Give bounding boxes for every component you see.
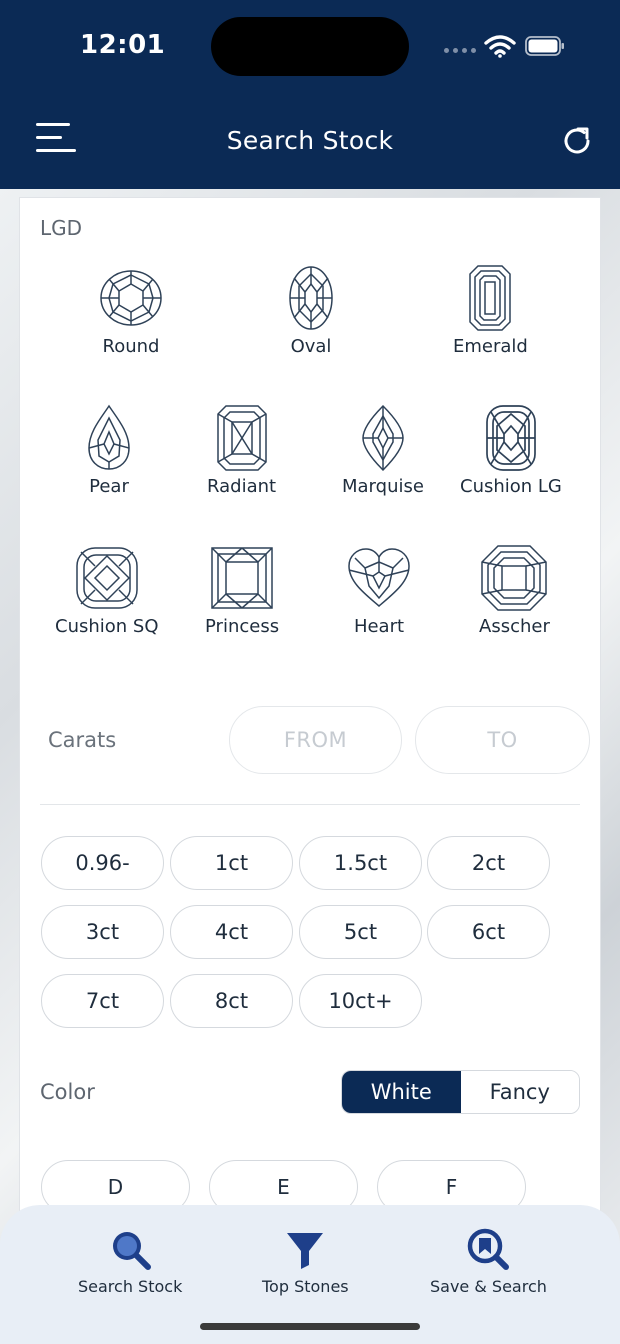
shape-label: Round: [102, 336, 160, 357]
cellular-signal-icon: [444, 48, 476, 53]
app-header: 12:01 Search Stock: [0, 0, 620, 189]
carat-chip[interactable]: 0.96-: [41, 836, 164, 890]
carat-chip[interactable]: 5ct: [299, 905, 422, 959]
wifi-icon: [484, 35, 516, 58]
shape-label: Pear: [89, 476, 129, 497]
shape-asscher[interactable]: Asscher: [479, 544, 550, 637]
shape-cushion-sq[interactable]: Cushion SQ: [55, 544, 159, 637]
shape-label: Heart: [353, 616, 405, 637]
carat-chip[interactable]: 7ct: [41, 974, 164, 1028]
princess-diamond-icon: [211, 547, 273, 609]
home-indicator: [200, 1323, 420, 1330]
refresh-icon[interactable]: [560, 124, 594, 158]
carat-chip[interactable]: 8ct: [170, 974, 293, 1028]
shape-label: Princess: [205, 616, 280, 637]
shape-heart[interactable]: Heart: [345, 544, 413, 637]
radiant-diamond-icon: [216, 405, 267, 471]
shape-label: Emerald: [453, 336, 528, 357]
status-time: 12:01: [80, 30, 166, 60]
pear-diamond-icon: [88, 404, 130, 470]
shape-radiant[interactable]: Radiant: [207, 404, 276, 497]
shape-label: Oval: [290, 336, 332, 357]
carat-chip[interactable]: 4ct: [170, 905, 293, 959]
carat-chip[interactable]: 6ct: [427, 905, 550, 959]
tab-label: Save & Search: [430, 1277, 547, 1296]
color-type-toggle: White Fancy: [341, 1070, 580, 1114]
shape-label: Cushion SQ: [55, 616, 159, 637]
search-form-card: LGD Round Oval Emerald Pear Radiant Marq…: [19, 197, 601, 1217]
tab-label: Search Stock: [78, 1277, 183, 1296]
toggle-fancy[interactable]: Fancy: [460, 1071, 579, 1113]
carat-chip[interactable]: 3ct: [41, 905, 164, 959]
emerald-diamond-icon: [469, 265, 512, 331]
toggle-white[interactable]: White: [342, 1071, 461, 1113]
carat-chip[interactable]: 10ct+: [299, 974, 422, 1028]
carat-from-input[interactable]: FROM: [229, 706, 402, 774]
shape-cushion-lg[interactable]: Cushion LG: [460, 404, 562, 497]
shape-pear[interactable]: Pear: [75, 404, 143, 497]
page-title: Search Stock: [226, 126, 394, 155]
cushion-lg-diamond-icon: [486, 405, 536, 471]
asscher-diamond-icon: [481, 545, 548, 611]
section-label: LGD: [40, 216, 83, 240]
carat-to-input[interactable]: TO: [415, 706, 590, 774]
oval-diamond-icon: [289, 266, 333, 330]
carat-chip[interactable]: 2ct: [427, 836, 550, 890]
shape-label: Radiant: [207, 476, 277, 497]
shape-round[interactable]: Round: [97, 264, 165, 357]
shape-label: Cushion LG: [460, 476, 562, 497]
shape-oval[interactable]: Oval: [277, 264, 345, 357]
heart-diamond-icon: [348, 548, 410, 607]
shape-label: Asscher: [479, 616, 550, 637]
shape-marquise[interactable]: Marquise: [342, 404, 424, 497]
shape-label: Marquise: [342, 476, 424, 497]
tab-search-stock[interactable]: Search Stock: [78, 1227, 182, 1296]
divider: [40, 804, 580, 805]
round-diamond-icon: [100, 270, 162, 326]
shape-princess[interactable]: Princess: [205, 544, 279, 637]
saved-search-icon: [468, 1228, 510, 1270]
marquise-diamond-icon: [362, 404, 404, 472]
battery-icon: [525, 36, 564, 56]
dynamic-island: [211, 17, 409, 76]
tab-top-stones[interactable]: Top Stones: [262, 1227, 349, 1296]
carat-chip[interactable]: 1.5ct: [299, 836, 422, 890]
shape-emerald[interactable]: Emerald: [453, 264, 528, 357]
filter-icon: [287, 1233, 324, 1269]
carat-chip[interactable]: 1ct: [170, 836, 293, 890]
carats-label: Carats: [48, 728, 117, 752]
cushion-sq-diamond-icon: [76, 547, 138, 609]
tab-label: Top Stones: [262, 1277, 349, 1296]
tab-save-search[interactable]: Save & Search: [430, 1227, 547, 1296]
color-label: Color: [40, 1080, 95, 1104]
search-icon: [113, 1232, 152, 1270]
